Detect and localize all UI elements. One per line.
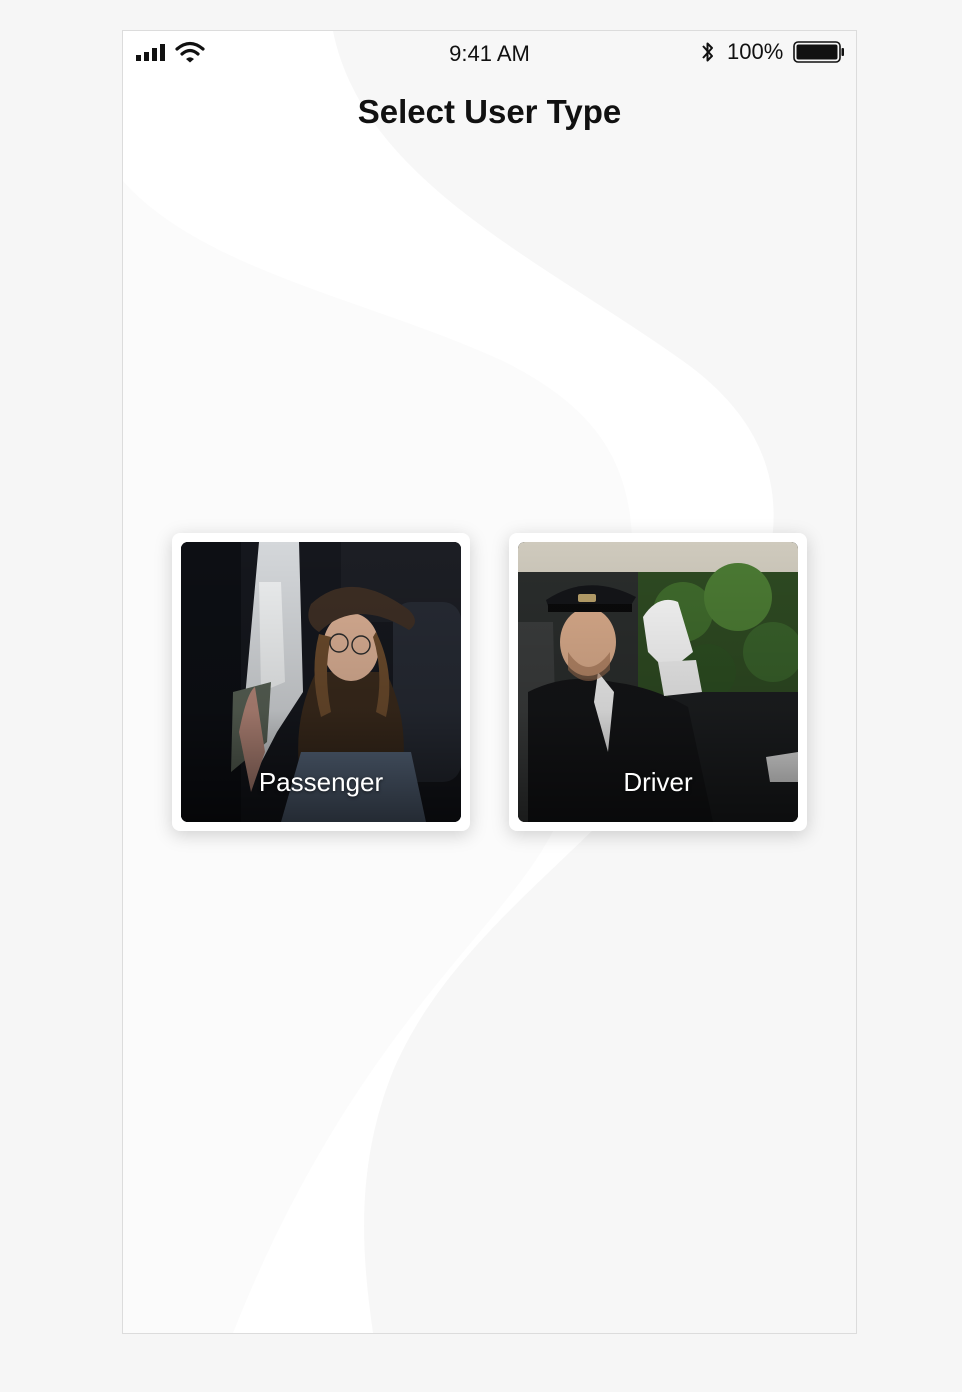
- passenger-card[interactable]: Passenger: [172, 533, 470, 831]
- driver-label: Driver: [623, 767, 693, 797]
- bluetooth-icon: [702, 42, 713, 62]
- driver-photo: Driver: [518, 542, 798, 822]
- page-title: Select User Type: [357, 93, 622, 130]
- battery-percent: 100%: [727, 39, 784, 64]
- phone-screen: 9:41 AM 100% Select User Type Passenger …: [122, 30, 857, 1334]
- battery-icon: [793, 41, 844, 63]
- user-type-options: Passenger Driver: [172, 533, 808, 831]
- status-bar: 9:41 AM 100%: [123, 31, 856, 75]
- passenger-label: Passenger: [258, 767, 384, 797]
- driver-card[interactable]: Driver: [509, 533, 807, 831]
- passenger-photo: Passenger: [181, 542, 461, 822]
